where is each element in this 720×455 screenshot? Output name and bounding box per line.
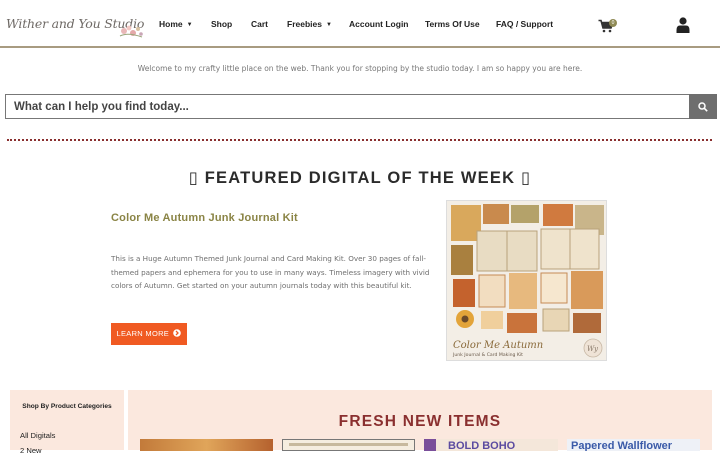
header-divider — [0, 46, 720, 48]
fresh-item-thumbnail[interactable] — [140, 439, 273, 451]
fresh-items-heading: FRESH NEW ITEMS — [338, 413, 502, 430]
fresh-items-panel: FRESH NEW ITEMS BOLD BOHO Papered Wallfl… — [128, 390, 712, 451]
chevron-right-circle-icon — [173, 329, 182, 337]
featured-product-title[interactable]: Color Me Autumn Junk Journal Kit — [111, 212, 298, 224]
heading-glyph-left: ▯ — [188, 168, 199, 187]
chevron-down-icon: ▼ — [325, 22, 332, 28]
nav-account-login[interactable]: Account Login — [349, 19, 409, 29]
fresh-item-thumbnail[interactable] — [282, 439, 415, 451]
image-caption-title: Color Me Autumn — [453, 340, 543, 351]
featured-heading: ▯ FEATURED DIGITAL OF THE WEEK ▯ — [0, 168, 720, 188]
fresh-item-thumbnail[interactable]: Papered Wallflower — [567, 439, 700, 451]
thumbnail-image — [140, 439, 273, 451]
category-sidebar: Shop By Product Categories All Digitals … — [10, 390, 124, 455]
nav-freebies[interactable]: Freebies ▼ — [287, 19, 332, 29]
product-collage-image: Color Me Autumn Junk Journal & Card Maki… — [447, 201, 606, 360]
featured-product-description: This is a Huge Autumn Themed Junk Journa… — [111, 254, 430, 291]
sidebar-item-all-digitals[interactable]: All Digitals — [20, 431, 55, 440]
site-header: Wither and You Studio Home ▼ Shop Cart Fr… — [0, 0, 720, 50]
welcome-message: Welcome to my crafty little place on the… — [137, 64, 583, 73]
nav-faq-support[interactable]: FAQ / Support — [496, 19, 553, 29]
search-bar — [5, 94, 717, 119]
nav-faq-label: FAQ / Support — [496, 19, 554, 29]
featured-heading-text: FEATURED DIGITAL OF THE WEEK — [204, 169, 516, 187]
thumbnail-image — [289, 443, 408, 446]
nav-terms-of-use[interactable]: Terms Of Use — [425, 19, 480, 29]
nav-home[interactable]: Home ▼ — [159, 19, 193, 29]
image-signature: Wy — [587, 345, 599, 353]
sidebar-item-new[interactable]: 2 New — [20, 446, 42, 455]
nav-terms-label: Terms Of Use — [425, 19, 480, 29]
sidebar-title: Shop By Product Categories — [22, 403, 112, 410]
nav-home-label: Home — [159, 19, 183, 29]
search-icon — [698, 101, 708, 112]
learn-more-label: LEARN MORE — [116, 329, 170, 338]
search-button[interactable] — [689, 94, 717, 119]
image-caption-subtitle: Junk Journal & Card Making Kit — [452, 352, 523, 358]
nav-shop[interactable]: Shop — [211, 19, 232, 29]
dotted-divider — [7, 139, 712, 141]
thumbnail-image — [424, 439, 436, 451]
nav-shop-label: Shop — [211, 19, 233, 29]
search-input[interactable] — [5, 94, 699, 119]
thumbnail-title: BOLD BOHO — [448, 440, 516, 451]
nav-freebies-label: Freebies — [287, 19, 322, 29]
learn-more-button[interactable]: LEARN MORE — [111, 323, 187, 345]
flower-icon — [119, 25, 143, 38]
thumbnail-title: Papered Wallflower — [571, 440, 673, 451]
site-logo[interactable]: Wither and You Studio — [6, 10, 144, 42]
user-icon[interactable] — [676, 17, 690, 33]
heading-glyph-right: ▯ — [521, 168, 532, 187]
nav-account-login-label: Account Login — [349, 19, 409, 29]
nav-cart[interactable]: Cart — [251, 19, 268, 29]
fresh-item-thumbnail[interactable]: BOLD BOHO — [424, 439, 558, 451]
featured-product-image[interactable]: Color Me Autumn Junk Journal & Card Maki… — [446, 200, 607, 361]
chevron-down-icon: ▼ — [186, 22, 193, 28]
cart-count-badge: 0 — [609, 19, 617, 27]
nav-cart-label: Cart — [251, 19, 269, 29]
